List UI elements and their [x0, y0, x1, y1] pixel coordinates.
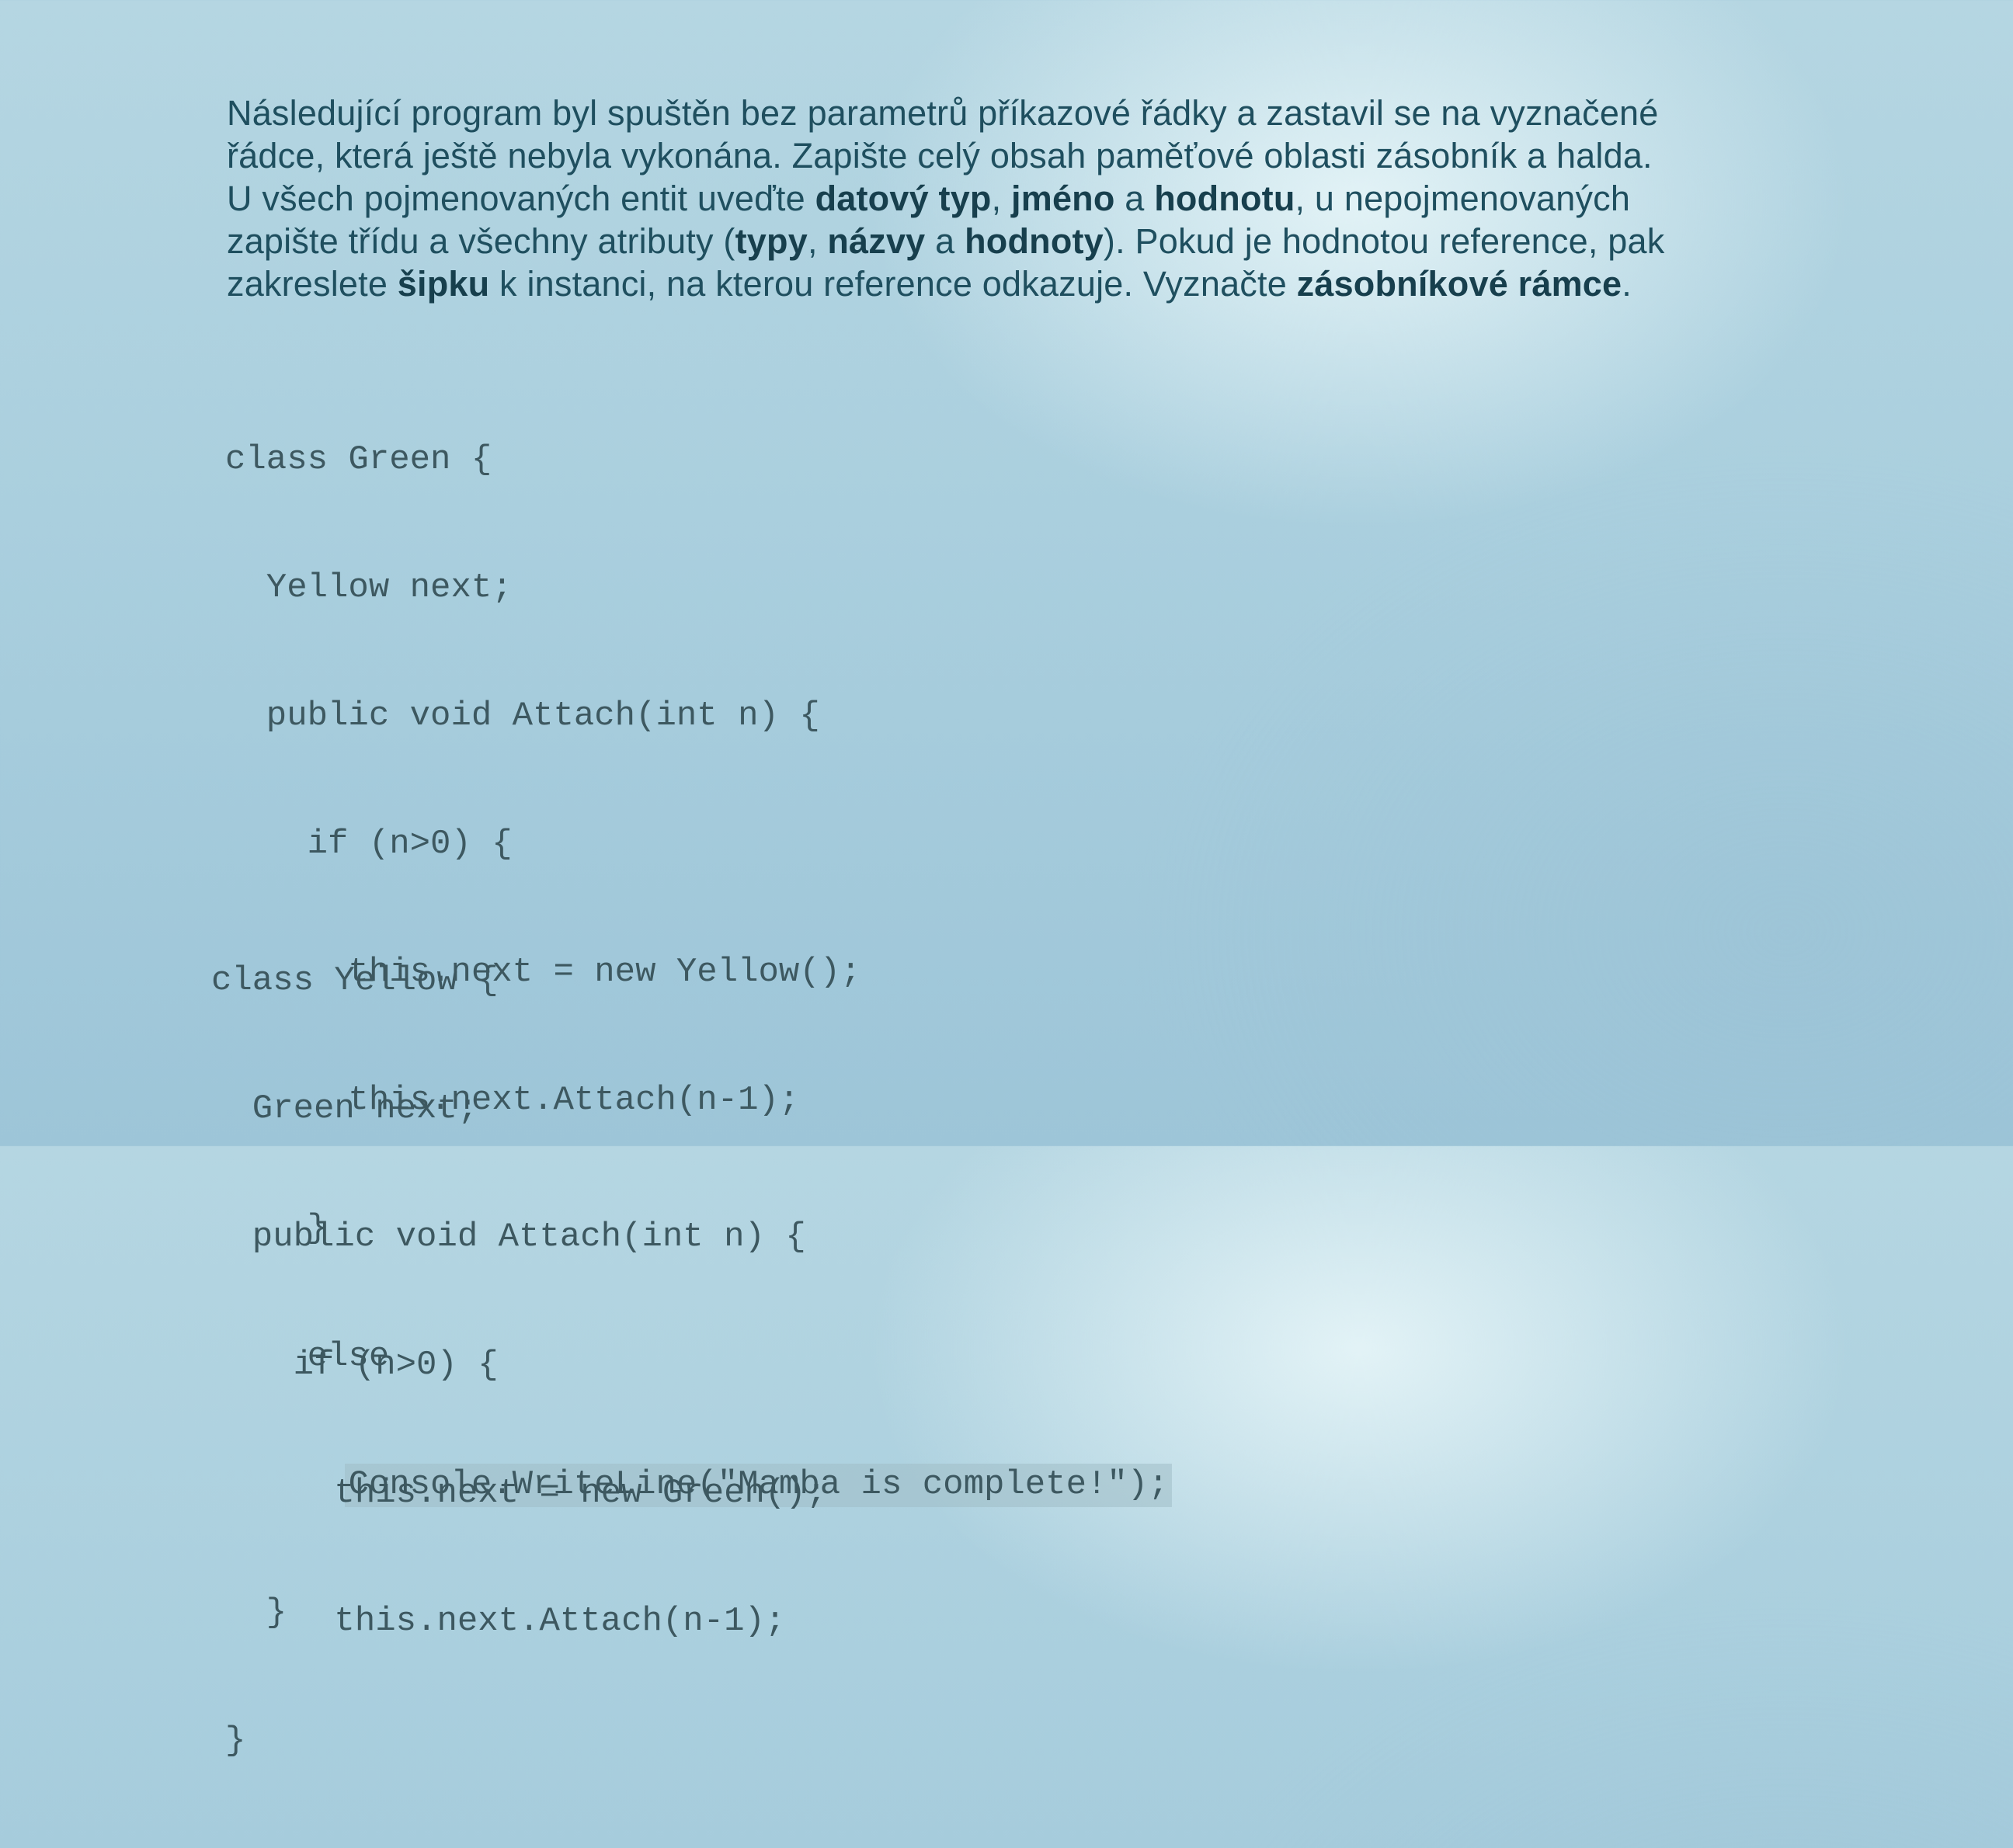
code-line: public void Attach(int n) {	[211, 1218, 806, 1256]
code-line: if (n>0) {	[225, 825, 513, 863]
code-line: if (n>0) {	[211, 1346, 499, 1384]
emphasis-names: názvy	[827, 221, 926, 261]
task-instructions: Následující program byl spuštěn bez para…	[227, 92, 1796, 305]
instructions-line-3: U všech pojmenovaných entit uveďte datov…	[227, 179, 1631, 218]
code-line: Yellow next;	[225, 568, 513, 607]
instructions-line-1: Následující program byl spuštěn bez para…	[227, 93, 1659, 133]
emphasis-value: hodnotu	[1154, 179, 1295, 218]
emphasis-data-type: datový typ	[815, 179, 992, 218]
code-block-yellow-class: class Yellow { Green next; public void A…	[211, 874, 826, 1728]
code-line: Green next;	[211, 1089, 478, 1128]
code-line: public void Attach(int n) {	[225, 696, 820, 735]
code-line: this.next.Attach(n-1);	[211, 1602, 786, 1641]
emphasis-name: jméno	[1011, 179, 1115, 218]
instructions-line-2: řádce, která ještě nebyla vykonána. Zapi…	[227, 136, 1653, 175]
emphasis-arrow: šipku	[397, 264, 490, 304]
projected-slide: Následující program byl spuštěn bez para…	[0, 0, 2013, 1760]
instructions-line-4: zapište třídu a všechny atributy (typy, …	[227, 221, 1665, 261]
emphasis-values: hodnoty	[965, 221, 1104, 261]
emphasis-types: typy	[735, 221, 808, 261]
code-line: class Green {	[225, 440, 492, 479]
instructions-line-5: zakreslete šipku k instanci, na kterou r…	[227, 264, 1632, 304]
code-line: class Yellow {	[211, 961, 499, 1000]
code-line: this.next = new Green();	[211, 1474, 827, 1513]
emphasis-stack-frames: zásobníkové rámce	[1296, 264, 1622, 304]
